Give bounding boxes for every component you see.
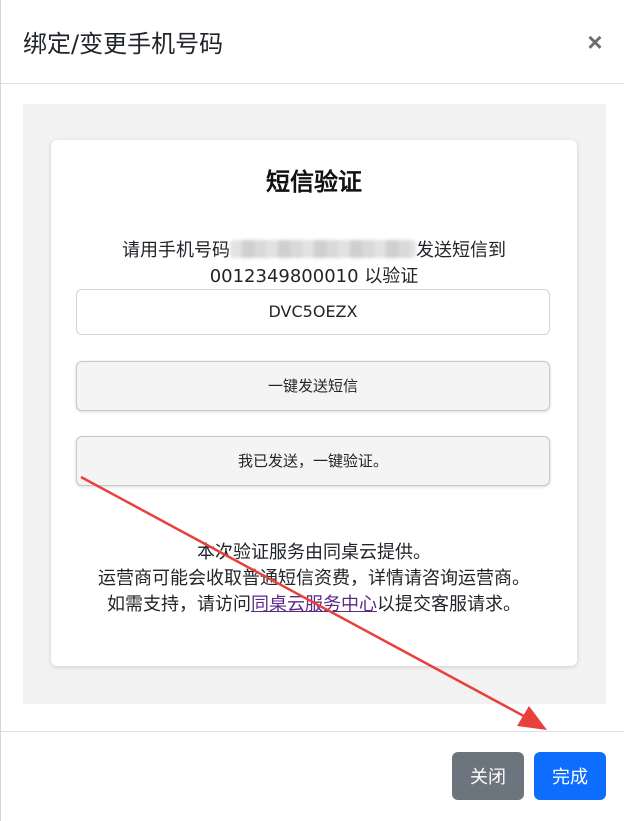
card-title: 短信验证 <box>266 168 362 196</box>
note-line-3: 如需支持，请访问同桌云服务中心以提交客服请求。 <box>81 592 547 618</box>
sms-verification-card: 短信验证 请用手机号码 发送短信到 0012349800010 以验证 DVC5O… <box>51 140 577 666</box>
verify-button[interactable]: 我已发送，一键验证。 <box>76 436 550 486</box>
note-line-1: 本次验证服务由同桌云提供。 <box>197 542 431 563</box>
instruction-tail: 以验证 <box>364 266 419 287</box>
dialog-body: 短信验证 请用手机号码 发送短信到 0012349800010 以验证 DVC5O… <box>1 84 624 732</box>
verification-panel: 短信验证 请用手机号码 发送短信到 0012349800010 以验证 DVC5O… <box>23 104 606 704</box>
instruction-prefix: 请用手机号码 <box>122 240 230 261</box>
instruction-suffix: 发送短信到 <box>416 240 506 261</box>
close-button[interactable]: 关闭 <box>452 752 524 800</box>
service-note: 本次验证服务由同桌云提供。 运营商可能会收取普通短信资费，详情请咨询运营商。 如… <box>81 540 547 618</box>
note-line-3-prefix: 如需支持，请访问 <box>107 594 251 615</box>
support-center-link[interactable]: 同桌云服务中心 <box>251 594 377 615</box>
verification-code-field[interactable]: DVC5OEZX <box>76 289 550 335</box>
note-line-3-suffix: 以提交客服请求。 <box>377 594 521 615</box>
target-number: 0012349800010 <box>209 266 359 287</box>
masked-phone-number <box>230 240 416 258</box>
instruction-text: 请用手机号码 发送短信到 0012349800010 以验证 <box>51 238 577 290</box>
send-sms-button[interactable]: 一键发送短信 <box>76 361 550 411</box>
dialog-header: 绑定/变更手机号码 × <box>1 0 624 84</box>
done-button[interactable]: 完成 <box>534 752 606 800</box>
note-line-2: 运营商可能会收取普通短信资费，详情请咨询运营商。 <box>98 568 530 589</box>
bind-phone-dialog: 绑定/变更手机号码 × 短信验证 请用手机号码 发送短信到 00123498000… <box>0 0 624 821</box>
dialog-title: 绑定/变更手机号码 <box>23 30 224 58</box>
dialog-footer: 关闭 完成 <box>1 731 624 821</box>
close-icon[interactable]: × <box>581 28 609 56</box>
